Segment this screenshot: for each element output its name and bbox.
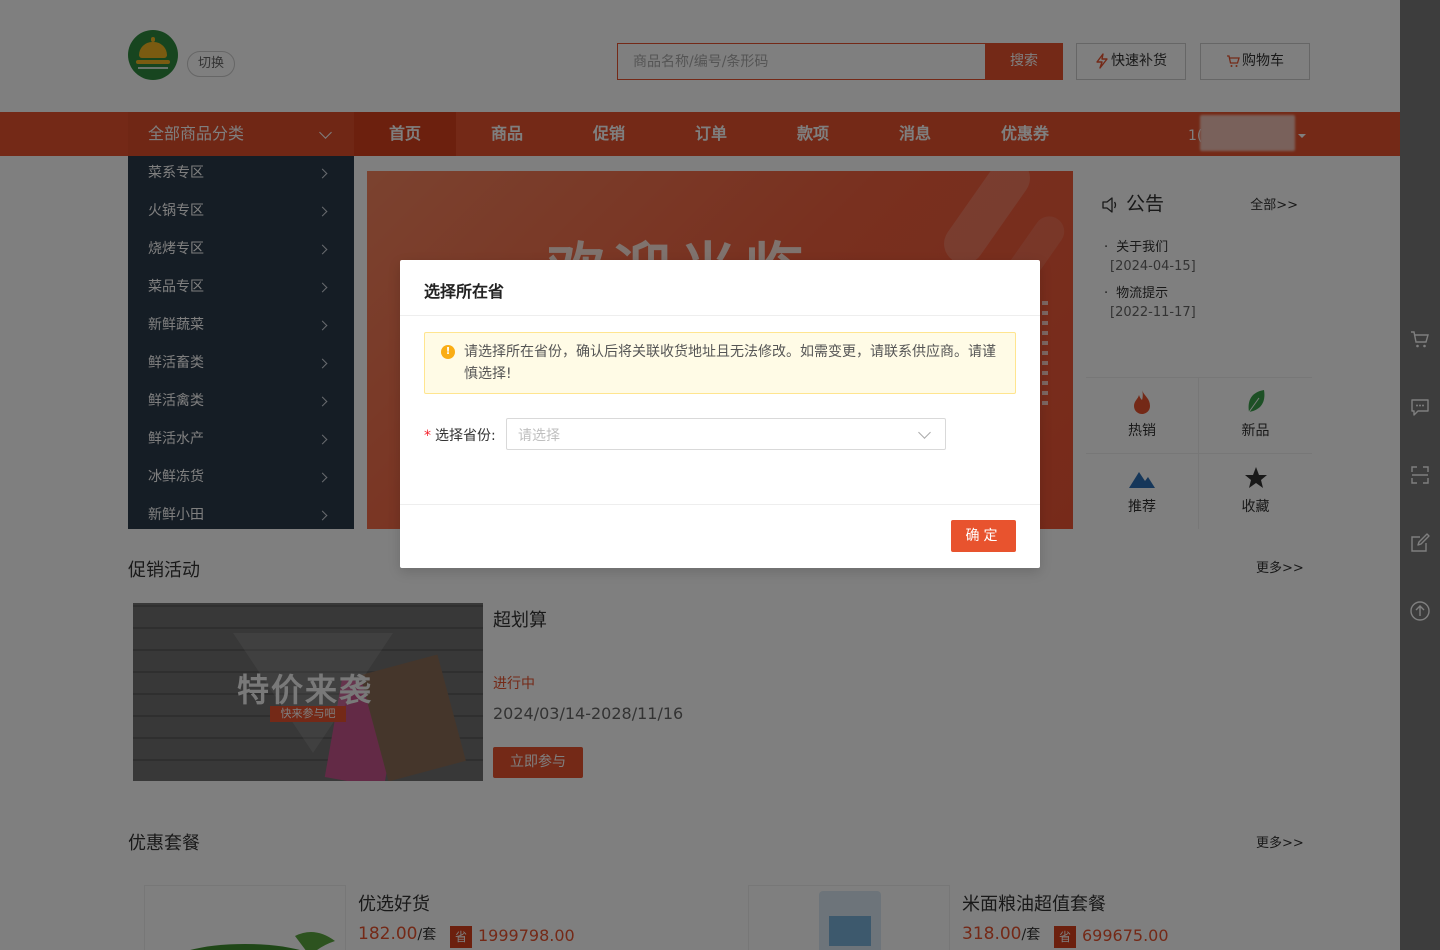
- warning-icon: !: [441, 345, 455, 359]
- divider: [400, 315, 1040, 316]
- province-label: * 选择省份:: [424, 428, 496, 444]
- required-mark: *: [424, 428, 431, 444]
- province-select[interactable]: 请选择: [506, 418, 946, 450]
- warning-text: 请选择所在省份，确认后将关联收货地址且无法修改。如需变更，请联系供应商。请谨慎选…: [464, 344, 996, 382]
- warning-alert: ! 请选择所在省份，确认后将关联收货地址且无法修改。如需变更，请联系供应商。请谨…: [424, 332, 1016, 394]
- province-modal: 选择所在省 ! 请选择所在省份，确认后将关联收货地址且无法修改。如需变更，请联系…: [400, 260, 1040, 568]
- divider: [400, 504, 1040, 505]
- page: 切换 搜索 快速补货 购物车 全部商品分类 首页 商品 促销 订单 款项 消息 …: [0, 0, 1440, 950]
- province-select-placeholder: 请选择: [518, 428, 560, 444]
- modal-title: 选择所在省: [424, 282, 505, 301]
- chevron-down-icon: [918, 426, 931, 439]
- confirm-button[interactable]: 确定: [951, 520, 1016, 552]
- rail-overlay: [1400, 0, 1440, 950]
